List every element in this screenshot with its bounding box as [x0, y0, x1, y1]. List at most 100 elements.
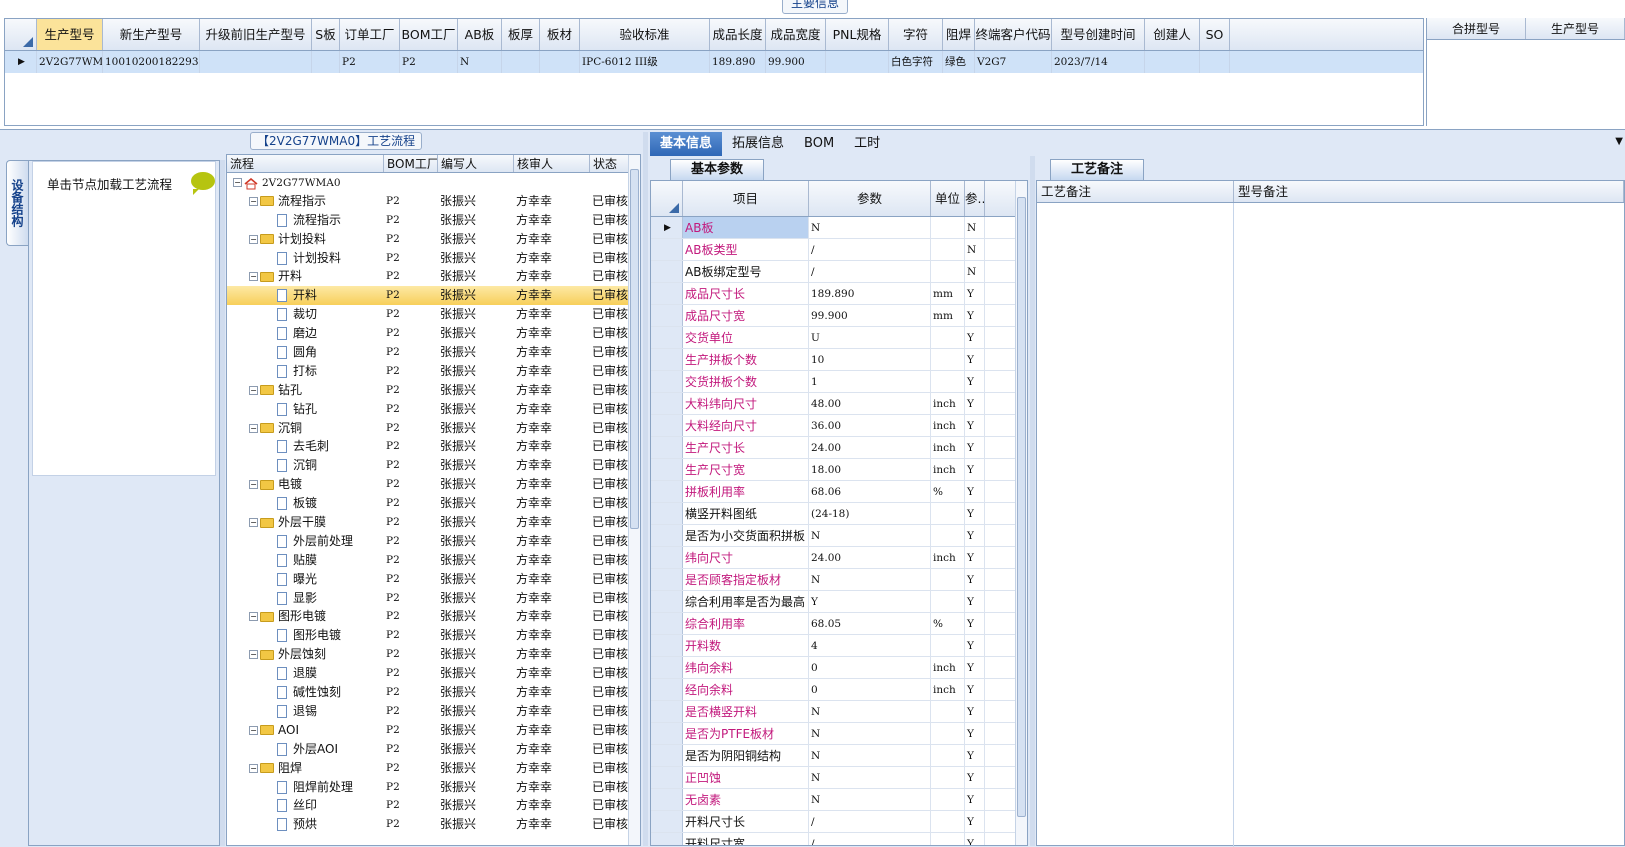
column-header[interactable]: 板厚: [502, 19, 540, 50]
tree-node[interactable]: 预烘: [227, 815, 384, 834]
param-item[interactable]: 交货单位: [683, 327, 809, 348]
table-cell[interactable]: 白色字符: [889, 51, 943, 73]
table-cell[interactable]: 绿色: [943, 51, 975, 73]
table-cell[interactable]: P2: [340, 51, 400, 73]
collapse-icon[interactable]: −: [249, 518, 258, 528]
tree-node[interactable]: 钻孔: [227, 400, 384, 419]
column-header[interactable]: AB板: [458, 19, 502, 50]
tree-cell-status[interactable]: 已审核: [590, 192, 630, 211]
tree-node[interactable]: 裁切: [227, 305, 384, 324]
param-row[interactable]: 是否顾客指定板材 N Y: [651, 569, 1027, 591]
param-unit[interactable]: inch: [931, 679, 965, 700]
table-cell[interactable]: 10010200182293: [103, 51, 200, 73]
tree-cell-checker[interactable]: 方幸幸: [514, 778, 590, 797]
tree-cell-checker[interactable]: 方幸幸: [514, 286, 590, 305]
tree-cell-status[interactable]: 已审核: [590, 343, 630, 362]
tree-cell-factory[interactable]: P2: [384, 626, 438, 645]
collapse-icon[interactable]: −: [249, 763, 258, 773]
tree-cell-checker[interactable]: 方幸幸: [514, 759, 590, 778]
param-row[interactable]: 拼板利用率 68.06% Y: [651, 481, 1027, 503]
tree-node[interactable]: − 外层蚀刻: [227, 645, 384, 664]
process-scrollbar[interactable]: [628, 155, 640, 845]
table-cell[interactable]: [1145, 51, 1200, 73]
tree-cell-status[interactable]: 已审核: [590, 475, 630, 494]
tree-cell-factory[interactable]: P2: [384, 494, 438, 513]
tree-cell-factory[interactable]: P2: [384, 815, 438, 834]
tree-row[interactable]: 预烘 P2 张振兴 方幸幸 已审核: [227, 815, 640, 834]
param-row[interactable]: 大料纬向尺寸 48.00 inch Y: [651, 393, 1027, 415]
tree-node[interactable]: − 外层干膜: [227, 513, 384, 532]
tree-cell-factory[interactable]: P2: [384, 759, 438, 778]
tree-cell-status[interactable]: 已审核: [590, 305, 630, 324]
tree-row[interactable]: − 外层蚀刻 P2 张振兴 方幸幸 已审核: [227, 645, 640, 664]
tree-cell-status[interactable]: 已审核: [590, 513, 630, 532]
tree-cell-factory[interactable]: P2: [384, 343, 438, 362]
param-value[interactable]: 0: [809, 657, 931, 678]
param-value[interactable]: 24.00: [809, 547, 931, 568]
tree-cell-writer[interactable]: 张振兴: [438, 419, 514, 438]
tree-cell-checker[interactable]: 方幸幸: [514, 267, 590, 286]
param-row[interactable]: 大料经向尺寸 36.00 inch Y: [651, 415, 1027, 437]
param-flag[interactable]: Y: [965, 723, 985, 744]
column-header[interactable]: 创建人: [1145, 19, 1200, 50]
table-cell[interactable]: [826, 51, 889, 73]
tree-row[interactable]: 去毛刺 P2 张振兴 方幸幸 已审核: [227, 437, 640, 456]
collapse-icon[interactable]: −: [249, 234, 258, 244]
tree-node[interactable]: − 图形电镀: [227, 607, 384, 626]
tree-row[interactable]: 磨边 P2 张振兴 方幸幸 已审核: [227, 324, 640, 343]
column-header[interactable]: 状态: [590, 155, 630, 172]
column-header[interactable]: 成品宽度: [766, 19, 826, 50]
param-unit[interactable]: [931, 745, 965, 766]
param-row[interactable]: 纬向尺寸 24.00 inch Y: [651, 547, 1027, 569]
tree-cell-writer[interactable]: 张振兴: [438, 305, 514, 324]
tree-cell-factory[interactable]: P2: [384, 740, 438, 759]
tree-cell-checker[interactable]: 方幸幸: [514, 305, 590, 324]
tree-node[interactable]: 外层前处理: [227, 532, 384, 551]
param-flag[interactable]: Y: [965, 591, 985, 612]
param-item[interactable]: 横竖开料图纸: [683, 503, 809, 524]
tree-row[interactable]: − 图形电镀 P2 张振兴 方幸幸 已审核: [227, 607, 640, 626]
params-scrollbar[interactable]: [1015, 181, 1027, 845]
param-value[interactable]: N: [809, 789, 931, 810]
tree-cell-writer[interactable]: 张振兴: [438, 626, 514, 645]
param-value[interactable]: N: [809, 701, 931, 722]
param-row[interactable]: 生产尺寸宽 18.00 inch Y: [651, 459, 1027, 481]
tree-cell-status[interactable]: 已审核: [590, 759, 630, 778]
tree-row[interactable]: 曝光 P2 张振兴 方幸幸 已审核: [227, 570, 640, 589]
tree-cell-factory[interactable]: P2: [384, 551, 438, 570]
tree-node[interactable]: 打标: [227, 362, 384, 381]
tree-cell-factory[interactable]: P2: [384, 381, 438, 400]
column-header[interactable]: 板材: [540, 19, 580, 50]
tree-cell-factory[interactable]: P2: [384, 570, 438, 589]
tree-cell-status[interactable]: 已审核: [590, 230, 630, 249]
param-flag[interactable]: Y: [965, 503, 985, 524]
tree-cell-writer[interactable]: 张振兴: [438, 211, 514, 230]
tree-node[interactable]: 碱性蚀刻: [227, 683, 384, 702]
tree-cell-status[interactable]: 已审核: [590, 607, 630, 626]
tree-cell-checker[interactable]: 方幸幸: [514, 400, 590, 419]
tree-cell-writer[interactable]: 张振兴: [438, 796, 514, 815]
param-value[interactable]: /: [809, 239, 931, 260]
tree-cell-writer[interactable]: 张振兴: [438, 683, 514, 702]
collapse-icon[interactable]: −: [249, 385, 258, 395]
column-header[interactable]: PNL规格: [826, 19, 889, 50]
param-item[interactable]: 开料数: [683, 635, 809, 656]
column-header[interactable]: 订单工厂: [340, 19, 400, 50]
param-item[interactable]: AB板绑定型号: [683, 261, 809, 282]
param-unit[interactable]: [931, 591, 965, 612]
column-header[interactable]: 终端客户代码: [975, 19, 1052, 50]
tab-process-remark[interactable]: 工艺备注: [1050, 159, 1144, 180]
param-flag[interactable]: Y: [965, 327, 985, 348]
param-unit[interactable]: [931, 635, 965, 656]
tree-cell-writer[interactable]: 张振兴: [438, 494, 514, 513]
param-row[interactable]: 横竖开料图纸 (24-18) Y: [651, 503, 1027, 525]
table-cell[interactable]: [312, 51, 340, 73]
chevron-down-icon[interactable]: ▼: [1615, 136, 1623, 147]
tree-node[interactable]: 磨边: [227, 324, 384, 343]
tree-cell-factory[interactable]: P2: [384, 683, 438, 702]
tree-cell-factory[interactable]: P2: [384, 230, 438, 249]
tree-cell-status[interactable]: 已审核: [590, 381, 630, 400]
tree-cell-status[interactable]: 已审核: [590, 778, 630, 797]
tree-cell-checker[interactable]: 方幸幸: [514, 381, 590, 400]
tree-cell-status[interactable]: 已审核: [590, 211, 630, 230]
